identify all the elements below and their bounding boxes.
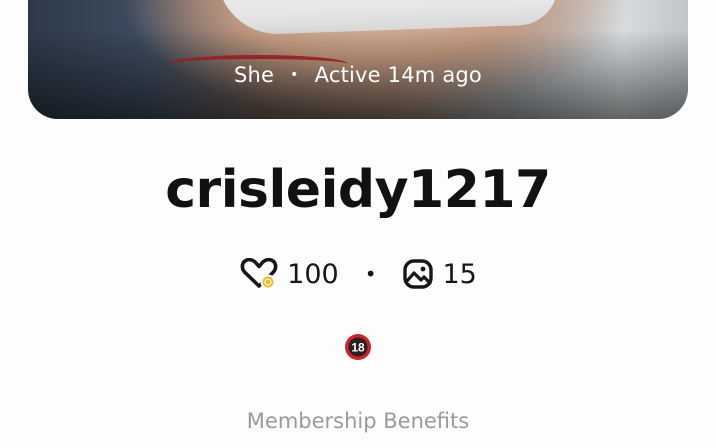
- profile-username: crisleidy1217: [165, 160, 551, 220]
- media-count: 15: [442, 258, 477, 290]
- age-badge-text: 18: [351, 341, 365, 355]
- status-separator: •: [290, 67, 299, 83]
- profile-status-line: She • Active 14m ago: [28, 63, 688, 87]
- cover-photo[interactable]: She • Active 14m ago: [28, 0, 688, 119]
- membership-benefits-heading: Membership Benefits: [246, 409, 470, 433]
- likes-count: 100: [287, 258, 339, 290]
- image-icon: [402, 258, 434, 290]
- media-stat[interactable]: 15: [402, 258, 477, 290]
- likes-stat[interactable]: 100: [239, 258, 339, 290]
- adult-18-icon: 18: [344, 333, 372, 361]
- pronoun-label: She: [234, 63, 275, 87]
- stats-separator: •: [364, 262, 377, 286]
- profile-stats: 100 • 15: [0, 258, 716, 290]
- active-status: Active 14m ago: [314, 63, 482, 87]
- heart-coin-icon: [239, 258, 279, 290]
